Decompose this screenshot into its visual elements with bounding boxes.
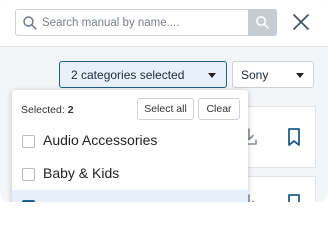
search-icon	[23, 16, 37, 30]
chevron-down-icon	[208, 73, 216, 78]
search-button[interactable]	[248, 9, 277, 36]
checkbox-checked[interactable]	[22, 200, 35, 202]
category-select-label: 2 categories selected	[71, 68, 185, 82]
brand-select-label: Sony	[241, 68, 269, 82]
select-all-button[interactable]: Select all	[137, 98, 194, 120]
search-icon	[256, 16, 269, 29]
search-field[interactable]	[15, 9, 277, 36]
clear-button[interactable]: Clear	[198, 98, 240, 120]
bookmark-icon[interactable]	[284, 193, 304, 202]
chevron-down-icon	[296, 73, 304, 78]
category-option[interactable]: Baby & Kids	[12, 158, 248, 191]
selected-count-value: 2	[67, 104, 74, 116]
category-option[interactable]	[12, 190, 248, 202]
search-input[interactable]	[42, 10, 262, 35]
category-option[interactable]: Audio Accessories	[12, 125, 248, 158]
bookmark-icon[interactable]	[284, 127, 304, 147]
close-icon	[293, 14, 309, 30]
checkbox[interactable]	[22, 135, 35, 148]
selected-count: Selected: 2	[21, 104, 74, 116]
category-select[interactable]: 2 categories selected	[59, 61, 227, 88]
category-dropdown: Selected: 2 Select all Clear Audio Acces…	[12, 90, 248, 202]
search-header	[0, 0, 328, 46]
category-option-label: Audio Accessories	[43, 132, 158, 148]
selected-count-prefix: Selected:	[21, 104, 68, 116]
brand-select[interactable]: Sony	[232, 61, 314, 88]
manual-search-panel: 2 categories selected Sony Selected: 2 S…	[0, 0, 328, 202]
checkbox[interactable]	[22, 168, 35, 181]
close-button[interactable]	[289, 10, 313, 34]
header-divider	[0, 46, 328, 47]
category-option-label: Baby & Kids	[43, 165, 120, 181]
